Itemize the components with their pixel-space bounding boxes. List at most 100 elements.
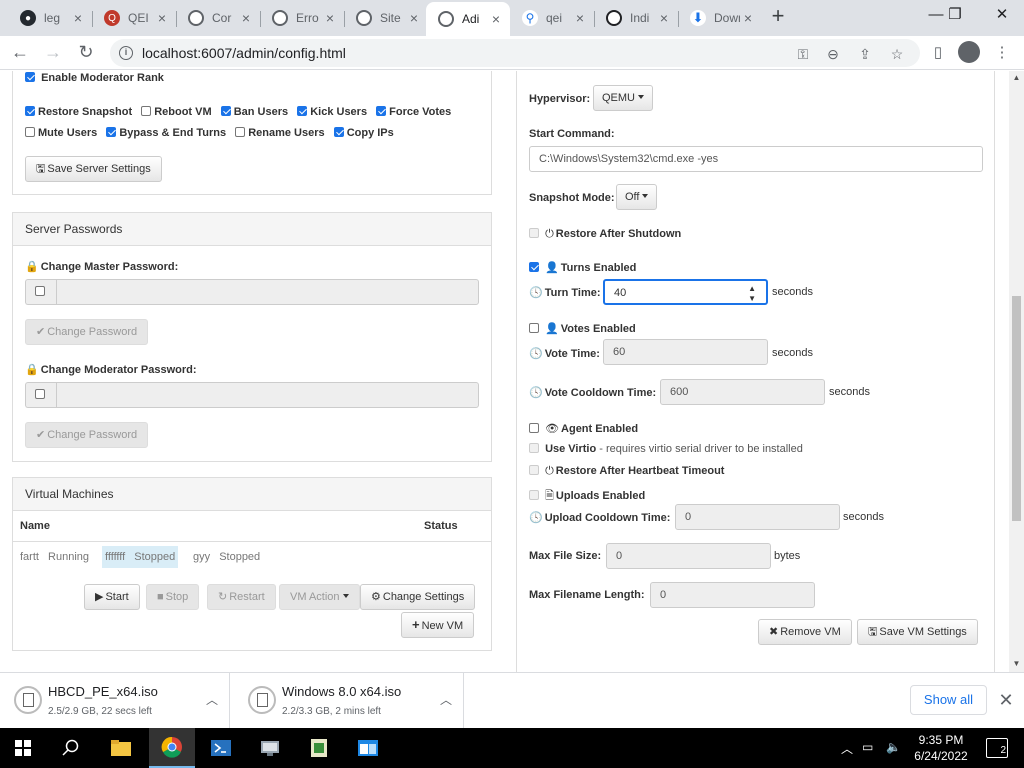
bookmark-star-icon[interactable]: ☆ bbox=[888, 45, 906, 63]
votes-enabled-row[interactable]: 👤 Votes Enabled bbox=[529, 322, 636, 335]
save-server-settings-button[interactable]: 🖫 Save Server Settings bbox=[25, 156, 162, 182]
restore-after-shutdown-row[interactable]: ⏻ Restore After Shutdown bbox=[529, 228, 681, 241]
ban-users-checkbox[interactable] bbox=[220, 106, 231, 116]
upload-cooldown-input[interactable]: 0 bbox=[675, 504, 840, 530]
master-password-toggle[interactable] bbox=[25, 279, 57, 305]
save-vm-settings-button[interactable]: 🖫 Save VM Settings bbox=[857, 619, 978, 645]
vote-time-input[interactable]: 60 bbox=[603, 339, 768, 365]
tab-indi[interactable]: Indi × bbox=[594, 4, 678, 32]
snapshot-mode-dropdown[interactable]: Off bbox=[616, 184, 658, 210]
notifications-icon[interactable]: 2 bbox=[986, 738, 1008, 758]
scroll-thumb[interactable] bbox=[1012, 296, 1021, 521]
chevron-up-icon[interactable]: ︿ bbox=[440, 691, 452, 708]
close-tab-icon[interactable]: × bbox=[238, 10, 254, 26]
moderator-password-input[interactable] bbox=[56, 382, 479, 408]
tab-github[interactable]: ● leg × bbox=[8, 4, 92, 32]
vote-cooldown-input[interactable]: 600 bbox=[660, 379, 825, 405]
use-virtio-checkbox[interactable] bbox=[529, 443, 539, 453]
key-icon[interactable]: ⚿ bbox=[794, 45, 812, 63]
tab-downloads[interactable]: ⬇ Downlo × bbox=[678, 4, 762, 32]
close-tab-icon[interactable]: × bbox=[322, 10, 338, 26]
show-moderator-password-checkbox[interactable] bbox=[35, 389, 45, 399]
clock[interactable]: 9:35 PM 6/24/2022 bbox=[908, 732, 974, 764]
restore-after-shutdown-checkbox[interactable] bbox=[529, 228, 539, 238]
use-virtio-row[interactable]: Use Virtio - requires virtio serial driv… bbox=[529, 443, 803, 455]
forward-icon[interactable]: → bbox=[41, 41, 65, 65]
force-votes-checkbox[interactable] bbox=[376, 106, 387, 116]
start-command-input[interactable]: C:\Windows\System32\cmd.exe -yes bbox=[529, 146, 983, 172]
vm-row-fartt[interactable]: fartt Running bbox=[20, 551, 89, 563]
change-moderator-password-button[interactable]: ✔ Change Password bbox=[25, 422, 149, 448]
spinner-icon[interactable]: ▲ ▼ bbox=[748, 281, 756, 304]
remove-vm-button[interactable]: ✖ Remove VM bbox=[758, 619, 852, 645]
close-tab-icon[interactable]: × bbox=[488, 11, 504, 27]
network-app-button[interactable] bbox=[247, 728, 293, 768]
tab-qemu[interactable]: Q QEI × bbox=[92, 4, 176, 32]
kick-users-checkbox[interactable] bbox=[297, 106, 308, 116]
max-filename-length-input[interactable]: 0 bbox=[650, 582, 815, 608]
scroll-up-icon[interactable]: ▲ bbox=[1012, 73, 1021, 83]
turns-enabled-row[interactable]: 👤 Turns Enabled bbox=[529, 261, 636, 274]
page-scrollbar[interactable]: ▲ ▼ bbox=[1009, 71, 1024, 672]
powershell-button[interactable] bbox=[198, 728, 244, 768]
mute-users-checkbox[interactable] bbox=[25, 127, 35, 137]
max-file-size-input[interactable]: 0 bbox=[606, 543, 771, 569]
close-tab-icon[interactable]: × bbox=[740, 10, 756, 26]
restore-after-heartbeat-checkbox[interactable] bbox=[529, 465, 539, 475]
new-tab-button[interactable]: + bbox=[766, 5, 790, 29]
scroll-down-icon[interactable]: ▼ bbox=[1012, 659, 1021, 669]
enable-moderator-rank-checkbox[interactable] bbox=[25, 72, 35, 82]
change-master-password-button[interactable]: ✔ Change Password bbox=[25, 319, 149, 345]
stop-vm-button[interactable]: ■ Stop bbox=[146, 584, 200, 610]
info-icon[interactable]: i bbox=[119, 46, 133, 60]
rename-users-checkbox[interactable] bbox=[235, 127, 246, 137]
app-window-button[interactable] bbox=[345, 728, 391, 768]
new-vm-button[interactable]: + New VM bbox=[401, 612, 475, 638]
turns-enabled-checkbox[interactable] bbox=[529, 262, 539, 272]
restore-after-heartbeat-row[interactable]: ⏻ Restore After Heartbeat Timeout bbox=[529, 465, 724, 478]
restart-vm-button[interactable]: ↻ Restart bbox=[207, 584, 276, 610]
turn-time-input[interactable]: 40 ▲ ▼ bbox=[603, 279, 768, 305]
change-settings-button[interactable]: ⚙ Change Settings bbox=[360, 584, 476, 610]
spreadsheet-app-button[interactable] bbox=[296, 728, 342, 768]
start-vm-button[interactable]: ▶ Start bbox=[84, 584, 140, 610]
zoom-icon[interactable]: ⊖ bbox=[824, 45, 842, 63]
profile-avatar[interactable] bbox=[958, 41, 980, 63]
network-icon[interactable]: ▭ bbox=[862, 740, 873, 754]
close-tab-icon[interactable]: × bbox=[154, 10, 170, 26]
side-panel-icon[interactable]: ▯ bbox=[926, 41, 950, 65]
agent-enabled-checkbox[interactable] bbox=[529, 423, 539, 433]
download-item-hbcd[interactable]: HBCD_PE_x64.iso 2.5/2.9 GB, 22 secs left… bbox=[0, 673, 230, 729]
tab-admin[interactable]: Adi × bbox=[426, 2, 510, 36]
tab-site[interactable]: Site × bbox=[344, 4, 428, 32]
close-tab-icon[interactable]: × bbox=[656, 10, 672, 26]
download-item-windows[interactable]: Windows 8.0 x64.iso 2.2/3.3 GB, 2 mins l… bbox=[234, 673, 464, 729]
close-window-button[interactable]: ✕ bbox=[982, 4, 1022, 28]
start-button[interactable] bbox=[0, 728, 46, 768]
bypass-end-turns-checkbox[interactable] bbox=[106, 127, 117, 137]
reboot-vm-checkbox[interactable] bbox=[141, 106, 152, 116]
agent-enabled-row[interactable]: 👁 Agent Enabled bbox=[529, 422, 638, 435]
uploads-enabled-checkbox[interactable] bbox=[529, 490, 539, 500]
chevron-up-icon[interactable]: ︿ bbox=[206, 691, 218, 708]
enable-moderator-rank-row[interactable]: Enable Moderator Rank bbox=[25, 72, 164, 84]
menu-icon[interactable]: ⋮ bbox=[990, 41, 1014, 65]
chevron-up-icon[interactable]: ︿ bbox=[841, 740, 853, 757]
copy-ips-checkbox[interactable] bbox=[333, 127, 344, 137]
volume-icon[interactable]: 🔈 bbox=[886, 740, 901, 754]
vm-row-fffffff[interactable]: fffffff Stopped bbox=[102, 546, 179, 568]
close-tab-icon[interactable]: × bbox=[406, 10, 422, 26]
tab-error[interactable]: Erro × bbox=[260, 4, 344, 32]
close-downloads-icon[interactable]: ✕ bbox=[996, 688, 1016, 712]
hypervisor-dropdown[interactable]: QEMU bbox=[593, 85, 653, 111]
show-master-password-checkbox[interactable] bbox=[35, 286, 45, 296]
chrome-button[interactable] bbox=[149, 728, 195, 768]
vm-row-gyy[interactable]: gyy Stopped bbox=[193, 551, 260, 563]
back-icon[interactable]: ← bbox=[8, 41, 32, 65]
reload-icon[interactable]: ↻ bbox=[74, 41, 98, 65]
master-password-input[interactable] bbox=[56, 279, 479, 305]
close-tab-icon[interactable]: × bbox=[572, 10, 588, 26]
close-tab-icon[interactable]: × bbox=[70, 10, 86, 26]
address-bar[interactable]: i localhost:6007/admin/config.html ⚿ ⊖ ⇪… bbox=[110, 39, 920, 67]
restore-button[interactable]: ❐ bbox=[935, 4, 975, 28]
